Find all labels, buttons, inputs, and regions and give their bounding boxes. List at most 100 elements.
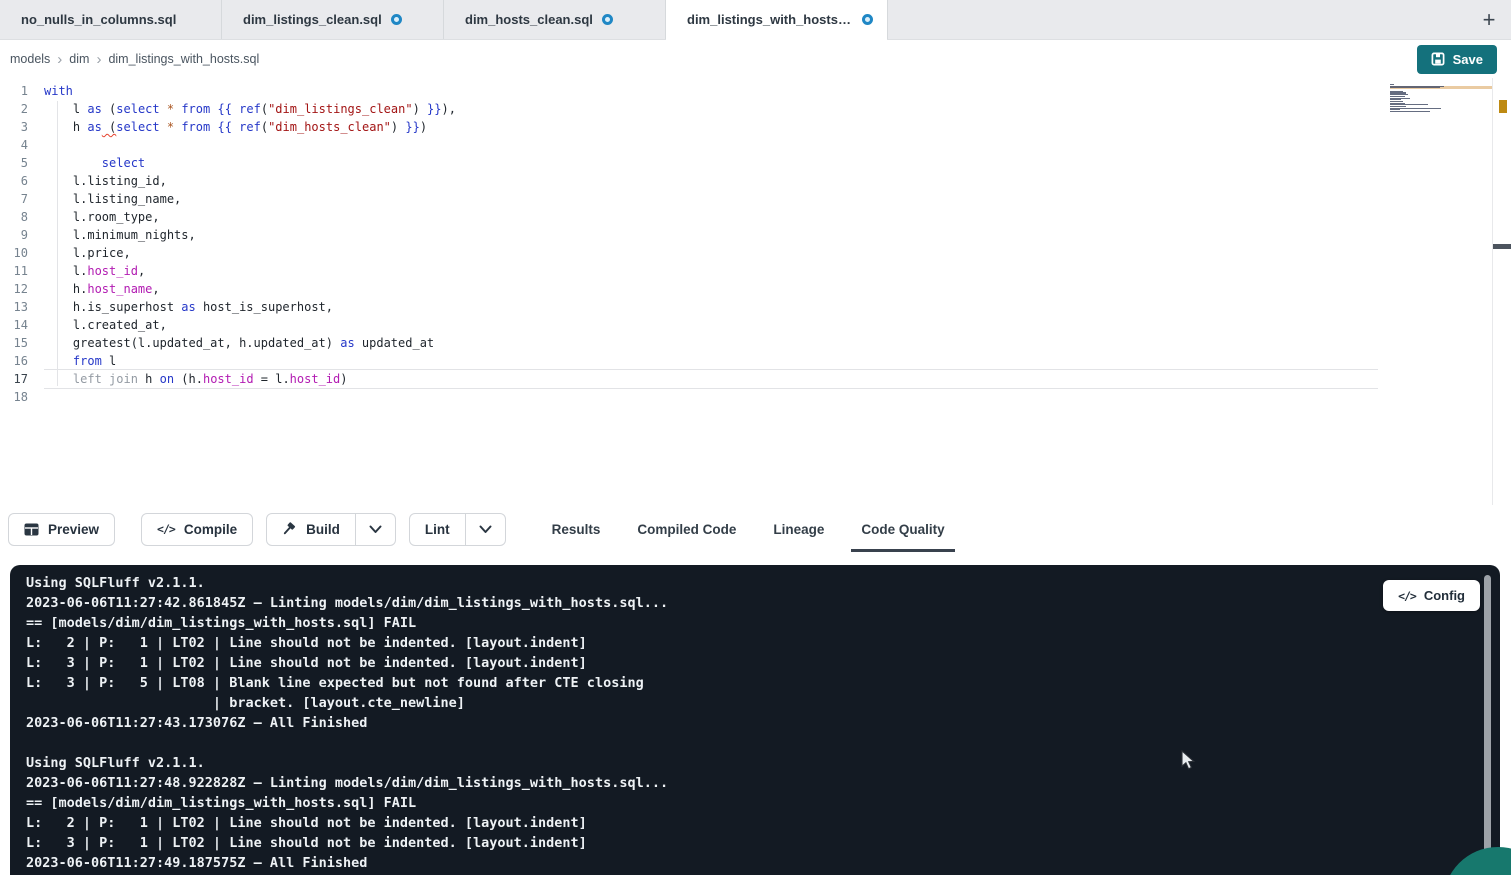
code-line[interactable]: 4 [0,136,1511,154]
terminal-line: | bracket. [layout.cte_newline] [26,693,1500,713]
unsaved-dot-icon [602,14,613,25]
code-text: h.host_name, [44,280,1378,298]
code-line[interactable]: 16 from l [0,352,1511,370]
lint-marker [1499,100,1507,113]
code-line[interactable]: 18 [0,388,1511,406]
panel-tabs: Results Compiled Code Lineage Code Quality [550,518,947,541]
code-text [44,388,1378,406]
line-number: 6 [0,172,44,190]
code-line[interactable]: 3 h as (select * from {{ ref("dim_hosts_… [0,118,1511,136]
build-button[interactable]: Build [266,513,356,546]
code-text: l.minimum_nights, [44,226,1378,244]
line-number: 12 [0,280,44,298]
line-number: 15 [0,334,44,352]
compile-button[interactable]: </> Compile [141,513,253,546]
unsaved-dot-icon [862,14,873,25]
code-line[interactable]: 13 h.is_superhost as host_is_superhost, [0,298,1511,316]
line-number: 13 [0,298,44,316]
tab-label: dim_listings_with_hosts.sql [687,12,853,27]
code-text: l.host_id, [44,262,1378,280]
chevron-right-icon: › [96,52,101,67]
code-text: l.listing_name, [44,190,1378,208]
scroll-position-marker [1493,244,1511,249]
editor-tab[interactable]: dim_listings_with_hosts.sql [666,0,888,39]
code-text: select [44,154,1378,172]
terminal-scrollbar[interactable] [1484,575,1491,871]
code-lines: 1with2 l as (select * from {{ ref("dim_l… [0,82,1511,406]
overview-ruler[interactable] [1492,78,1511,505]
new-tab-button[interactable]: + [1467,0,1511,39]
tab-strip: no_nulls_in_columns.sql dim_listings_clea… [0,0,888,39]
terminal-line [26,733,1500,753]
terminal-line: 2023-06-06T11:27:42.861845Z — Linting mo… [26,593,1500,613]
lint-label: Lint [425,522,450,537]
code-line[interactable]: 12 h.host_name, [0,280,1511,298]
line-number: 7 [0,190,44,208]
code-text: greatest(l.updated_at, h.updated_at) as … [44,334,1378,352]
line-number: 1 [0,82,44,100]
terminal-line: == [models/dim/dim_listings_with_hosts.s… [26,613,1500,633]
terminal-line: Using SQLFluff v2.1.1. [26,573,1500,593]
editor-tab[interactable]: no_nulls_in_columns.sql [0,0,222,39]
terminal-line: 2023-06-06T11:27:49.187575Z — All Finish… [26,853,1500,873]
code-text: with [44,82,1378,100]
tab-label: dim_listings_clean.sql [243,12,382,27]
line-number: 9 [0,226,44,244]
build-dropdown-button[interactable] [355,513,396,546]
line-number: 3 [0,118,44,136]
line-number: 17 [0,370,44,388]
code-line[interactable]: 7 l.listing_name, [0,190,1511,208]
minimap[interactable] [1390,84,1492,199]
line-number: 11 [0,262,44,280]
code-line[interactable]: 14 l.created_at, [0,316,1511,334]
path-bar: models›dim›dim_listings_with_hosts.sql S… [0,40,1511,78]
preview-button[interactable]: Preview [8,513,115,546]
terminal-line: L: 3 | P: 1 | LT02 | Line should not be … [26,833,1500,853]
line-number: 5 [0,154,44,172]
breadcrumb-item[interactable]: dim [69,52,89,66]
save-label: Save [1453,52,1483,67]
action-toolbar: Preview </> Compile Build Lint [0,505,1511,553]
code-text: l.created_at, [44,316,1378,334]
breadcrumb-item[interactable]: dim_listings_with_hosts.sql [108,52,259,66]
terminal-line: L: 2 | P: 1 | LT02 | Line should not be … [26,813,1500,833]
code-text: l.room_type, [44,208,1378,226]
code-line[interactable]: 8 l.room_type, [0,208,1511,226]
code-line[interactable]: 15 greatest(l.updated_at, h.updated_at) … [0,334,1511,352]
code-line[interactable]: 11 l.host_id, [0,262,1511,280]
code-line[interactable]: 2 l as (select * from {{ ref("dim_listin… [0,100,1511,118]
lint-dropdown-button[interactable] [465,513,506,546]
tab-label: dim_hosts_clean.sql [465,12,593,27]
panel-tab-lineage[interactable]: Lineage [771,518,826,541]
code-line[interactable]: 5 select [0,154,1511,172]
panel-tab-code-quality[interactable]: Code Quality [859,518,946,541]
breadcrumb-item[interactable]: models [10,52,50,66]
code-text: l.listing_id, [44,172,1378,190]
breadcrumb: models›dim›dim_listings_with_hosts.sql [10,52,259,67]
terminal-line: Using SQLFluff v2.1.1. [26,753,1500,773]
editor-tab[interactable]: dim_listings_clean.sql [222,0,444,39]
code-text: h.is_superhost as host_is_superhost, [44,298,1378,316]
code-line[interactable]: 6 l.listing_id, [0,172,1511,190]
code-line[interactable]: 9 l.minimum_nights, [0,226,1511,244]
code-line[interactable]: 1with [0,82,1511,100]
mouse-cursor [1181,750,1196,776]
panel-tab-compiled-code[interactable]: Compiled Code [635,518,738,541]
code-icon: </> [157,522,175,536]
table-icon [24,523,39,536]
chevron-down-icon [479,525,492,534]
panel-tab-results[interactable]: Results [550,518,603,541]
save-button[interactable]: Save [1417,45,1497,74]
code-icon: </> [1398,589,1416,603]
code-line[interactable]: 17 left join h on (h.host_id = l.host_id… [0,370,1511,388]
code-line[interactable]: 10 l.price, [0,244,1511,262]
config-label: Config [1424,588,1465,603]
terminal-line: L: 3 | P: 1 | LT02 | Line should not be … [26,653,1500,673]
lint-button[interactable]: Lint [409,513,466,546]
config-button[interactable]: </> Config [1383,580,1480,611]
terminal-line: 2023-06-06T11:27:48.922828Z — Linting mo… [26,773,1500,793]
editor-tab[interactable]: dim_hosts_clean.sql [444,0,666,39]
code-editor[interactable]: 1with2 l as (select * from {{ ref("dim_l… [0,78,1511,505]
code-text: l as (select * from {{ ref("dim_listings… [44,100,1378,118]
indent-guide [57,101,58,386]
